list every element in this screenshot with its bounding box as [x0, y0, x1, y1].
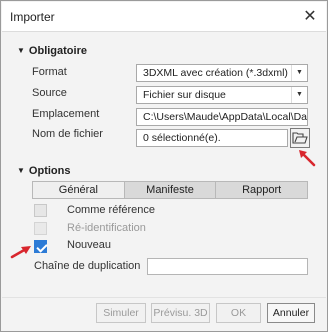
- filename-label: Nom de fichier: [32, 128, 103, 140]
- ok-button[interactable]: OK: [216, 303, 261, 323]
- filename-field[interactable]: 0 sélectionné(e).: [136, 129, 288, 147]
- title-bar: Importer ✕: [2, 2, 326, 32]
- window-title: Importer: [10, 10, 55, 24]
- annotation-arrow-icon: [10, 246, 31, 259]
- format-value: 3DXML avec création (*.3dxml): [143, 67, 288, 79]
- tab-manifest[interactable]: Manifeste: [124, 182, 217, 198]
- checkbox-new-label: Nouveau: [67, 239, 112, 251]
- close-icon[interactable]: ✕: [300, 7, 320, 27]
- tab-general[interactable]: Général: [33, 182, 125, 198]
- collapse-triangle-icon[interactable]: ▼: [17, 166, 25, 175]
- preview-3d-button[interactable]: Prévisu. 3D: [151, 303, 210, 323]
- section-mandatory-heading[interactable]: ▼ Obligatoire: [17, 45, 87, 57]
- location-label: Emplacement: [32, 108, 100, 120]
- chevron-down-icon[interactable]: ▼: [291, 65, 307, 81]
- duplication-string-label: Chaîne de duplication: [34, 260, 141, 272]
- checkbox-as-reference[interactable]: [34, 204, 47, 217]
- filename-value: 0 sélectionné(e).: [143, 132, 221, 144]
- folder-open-icon: [292, 132, 308, 144]
- format-label: Format: [32, 66, 67, 78]
- annotation-arrow-icon: [299, 150, 316, 167]
- section-options-heading[interactable]: ▼ Options: [17, 165, 70, 177]
- source-value: Fichier sur disque: [143, 89, 226, 101]
- duplication-string-field[interactable]: [147, 258, 308, 275]
- import-dialog: Importer ✕ ▼ Obligatoire Format 3DXML ave…: [0, 0, 328, 332]
- location-field[interactable]: C:\Users\Maude\AppData\Local\Dassault: [136, 108, 308, 126]
- cancel-button[interactable]: Annuler: [267, 303, 315, 323]
- tab-report[interactable]: Rapport: [216, 182, 308, 198]
- format-dropdown[interactable]: 3DXML avec création (*.3dxml) ▼: [136, 64, 308, 82]
- chevron-down-icon[interactable]: ▼: [291, 87, 307, 103]
- checkbox-as-reference-label: Comme référence: [67, 204, 156, 216]
- browse-button[interactable]: [290, 128, 310, 148]
- collapse-triangle-icon[interactable]: ▼: [17, 46, 25, 55]
- source-dropdown[interactable]: Fichier sur disque ▼: [136, 86, 308, 104]
- footer-divider: [2, 297, 326, 298]
- checkbox-new[interactable]: [34, 240, 47, 253]
- options-tabs: Général Manifeste Rapport: [32, 181, 308, 199]
- source-label: Source: [32, 87, 67, 99]
- checkbox-reidentification[interactable]: [34, 222, 47, 235]
- checkbox-reidentification-label: Ré-identification: [67, 222, 146, 234]
- simulate-button[interactable]: Simuler: [96, 303, 146, 323]
- location-value: C:\Users\Maude\AppData\Local\Dassault: [143, 111, 307, 123]
